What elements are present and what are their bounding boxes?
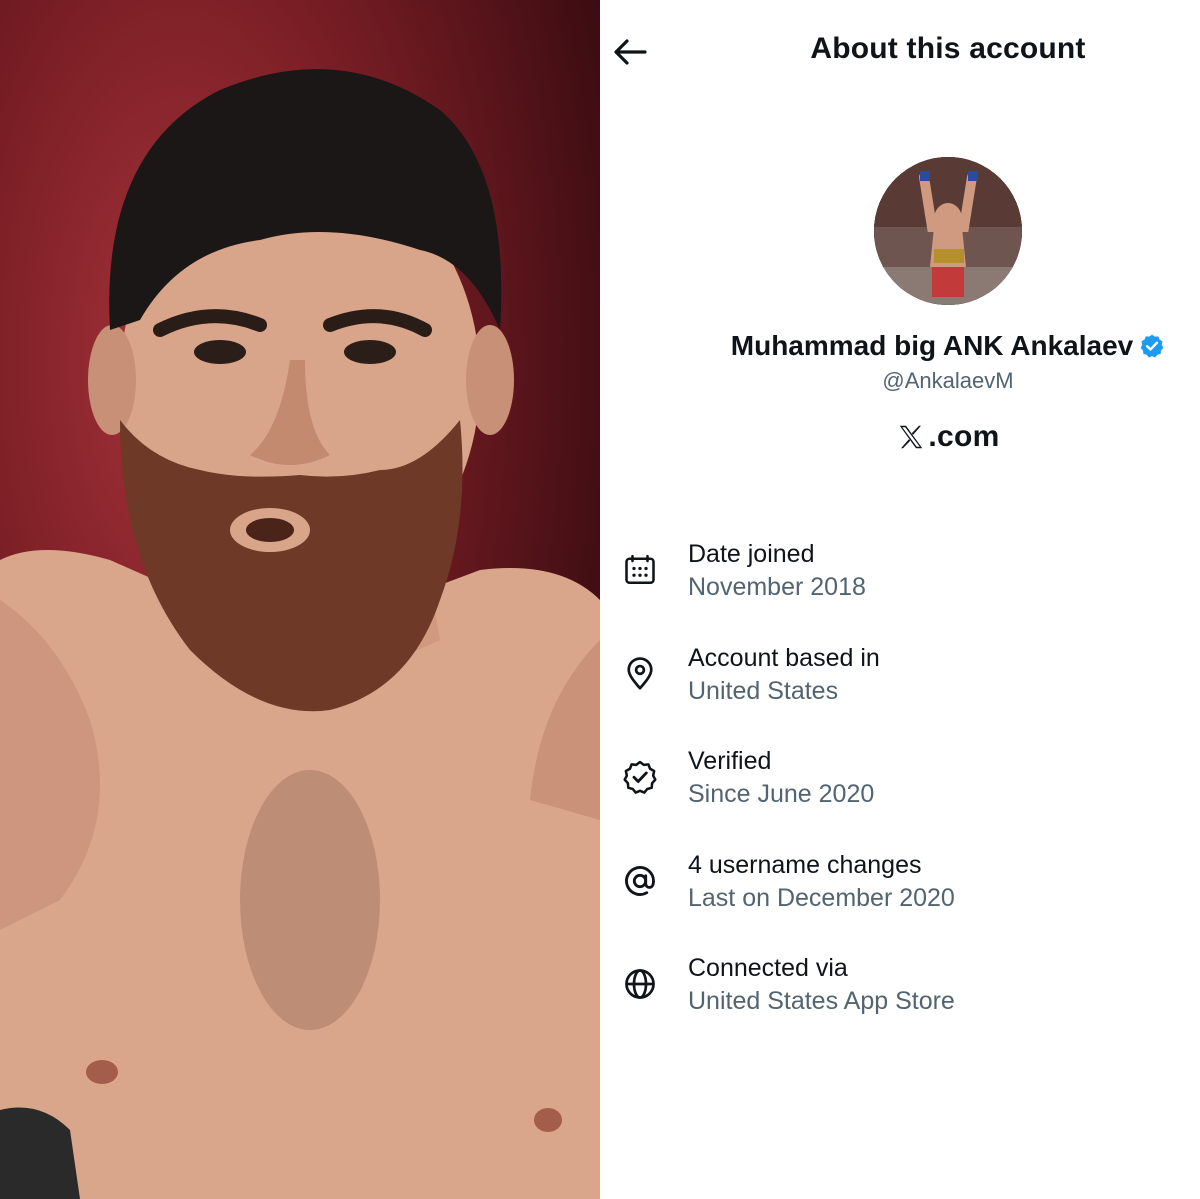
info-item-username-changes: 4 username changes Last on December 2020	[618, 845, 1178, 949]
info-title: Connected via	[688, 954, 848, 982]
info-value: November 2018	[688, 573, 866, 601]
fighter-photo-illustration	[0, 69, 600, 1199]
info-title: Account based in	[688, 643, 880, 672]
globe-icon	[620, 964, 660, 1004]
verified-check-icon	[620, 757, 660, 797]
handle: @AnkalaevM	[882, 368, 1014, 393]
avatar[interactable]	[874, 157, 1022, 305]
display-name: Muhammad big ANK Ankalaev	[730, 330, 1134, 361]
location-pin-icon	[620, 654, 660, 694]
info-item-date-joined: Date joined November 2018	[618, 534, 1178, 638]
platform-row: .com	[600, 420, 1200, 454]
header: About this account	[600, 0, 1200, 104]
info-value: Last on December 2020	[688, 883, 955, 912]
info-value: United States App Store	[688, 987, 955, 1015]
page-title: About this account	[810, 32, 1086, 65]
calendar-icon	[620, 550, 660, 590]
info-title: Verified	[688, 747, 772, 775]
fighter-photo	[0, 0, 600, 1199]
account-info-list: Date joined November 2018 Account based …	[618, 534, 1178, 1052]
platform-domain: .com	[928, 420, 1000, 453]
at-sign-icon	[620, 861, 660, 901]
verified-badge-icon	[1139, 333, 1165, 359]
info-value: Since June 2020	[688, 780, 875, 808]
avatar-image	[874, 157, 1022, 305]
info-item-verified: Verified Since June 2020	[618, 741, 1178, 845]
info-title: 4 username changes	[688, 850, 922, 879]
info-item-account-based-in: Account based in United States	[618, 638, 1178, 742]
info-item-connected-via: Connected via United States App Store	[618, 948, 1178, 1052]
x-logo-icon	[896, 422, 926, 452]
info-value: United States	[688, 676, 839, 705]
info-title: Date joined	[688, 540, 815, 568]
about-account-panel: About this account Muhammad big ANK Anka…	[600, 0, 1200, 1199]
display-name-row: Muhammad big ANK Ankalaev	[600, 330, 1200, 362]
